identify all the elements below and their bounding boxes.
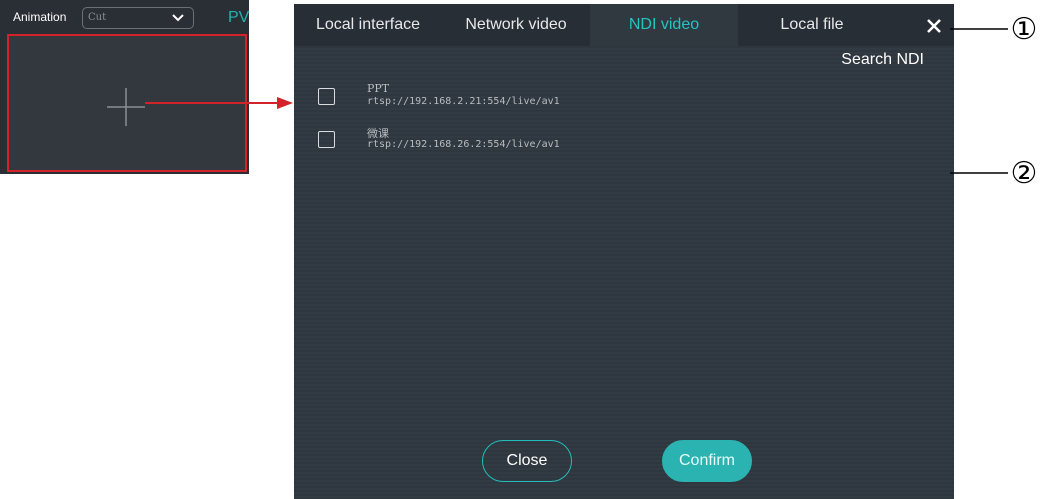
callout-2: ②	[950, 158, 1038, 188]
confirm-button[interactable]: Confirm	[662, 440, 752, 482]
source-name: PPT	[367, 82, 390, 95]
arrow-right-icon	[145, 97, 293, 109]
close-button[interactable]: Close	[482, 440, 572, 482]
callout-1-label: ①	[1011, 14, 1038, 44]
close-icon[interactable]	[914, 4, 954, 46]
search-ndi-button[interactable]: Search NDI	[841, 51, 924, 69]
animation-label: Animation	[13, 10, 67, 24]
transition-select-value: Cut	[88, 12, 107, 23]
tab-network-video[interactable]: Network video	[442, 4, 590, 46]
preview-panel: Animation Cut PV	[0, 0, 249, 174]
chevron-down-icon	[172, 14, 184, 22]
source-checkbox[interactable]	[318, 88, 335, 105]
tab-ndi-video[interactable]: NDI video	[590, 4, 738, 46]
tab-local-interface[interactable]: Local interface	[294, 4, 442, 46]
transition-select[interactable]: Cut	[82, 7, 194, 29]
preview-toolbar: Animation Cut PV	[0, 0, 249, 34]
pv-label: PV	[228, 9, 250, 26]
callout-2-label: ②	[1011, 158, 1038, 188]
callout-1: ①	[950, 14, 1038, 44]
plus-icon	[107, 88, 145, 126]
source-url: rtsp://192.168.26.2:554/live/av1	[367, 139, 560, 150]
tab-bar: Local interface Network video NDI video …	[294, 4, 954, 46]
source-url: rtsp://192.168.2.21:554/live/av1	[367, 96, 560, 107]
tab-local-file[interactable]: Local file	[738, 4, 886, 46]
source-dialog: Local interface Network video NDI video …	[294, 4, 954, 499]
source-checkbox[interactable]	[318, 131, 335, 148]
